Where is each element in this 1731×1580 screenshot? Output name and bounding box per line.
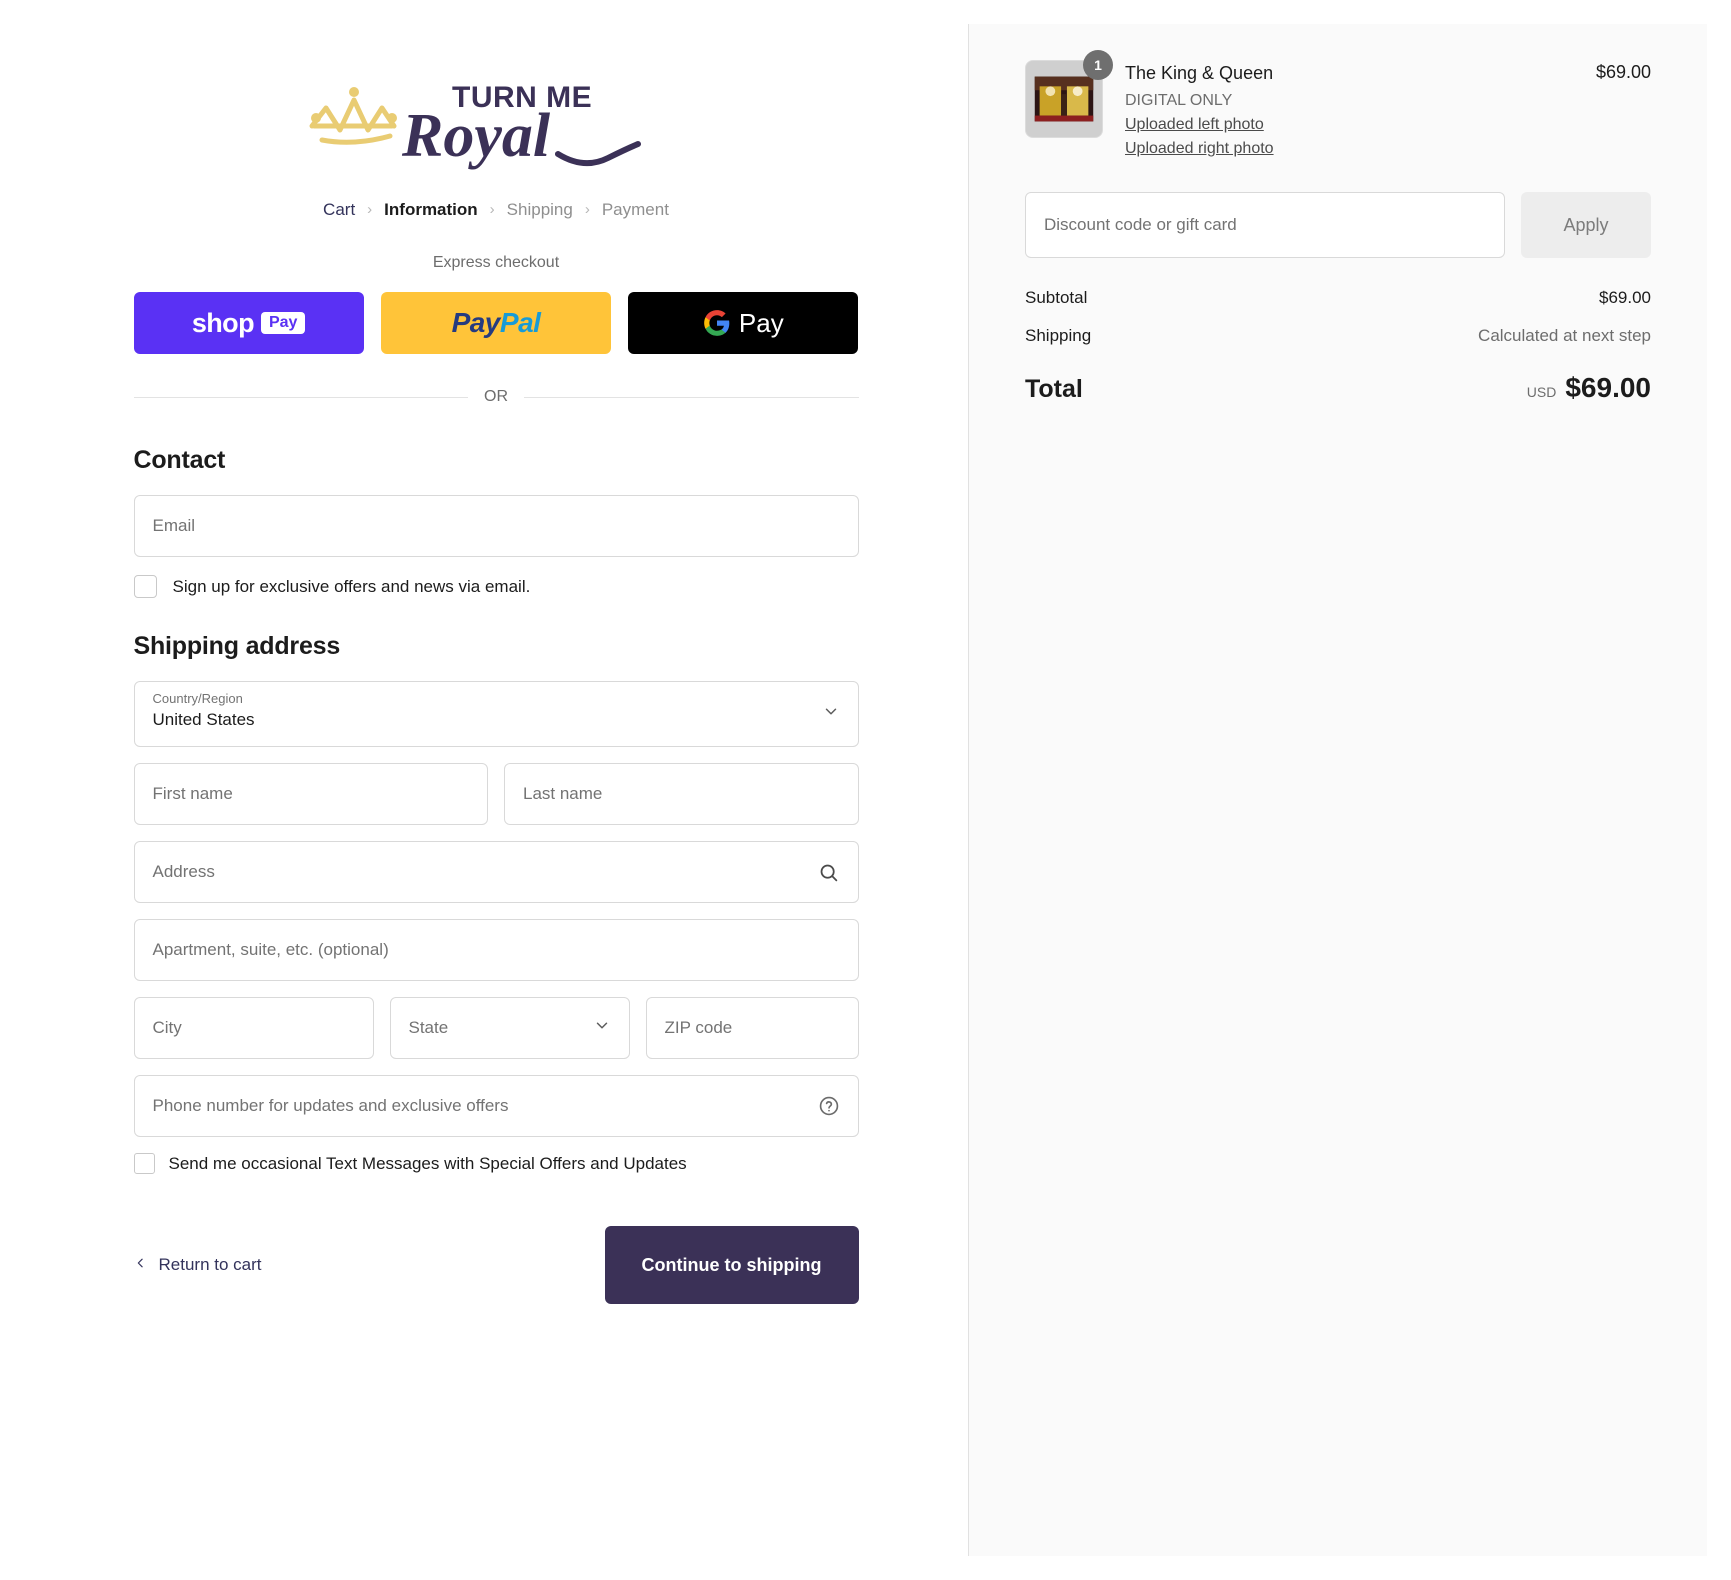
first-name-placeholder: First name: [152, 784, 233, 803]
subtotal-label: Subtotal: [1025, 288, 1088, 308]
city-placeholder: City: [152, 1018, 182, 1037]
state-select[interactable]: State: [389, 997, 630, 1059]
discount-code-input[interactable]: Discount code or gift card: [1025, 192, 1505, 259]
subtotal-row: Subtotal $69.00: [1025, 288, 1651, 308]
zip-code-placeholder: ZIP code: [664, 1018, 733, 1037]
or-divider: OR: [133, 388, 859, 406]
discount-code-placeholder: Discount code or gift card: [1044, 215, 1237, 235]
sms-checkbox-label: Send me occasional Text Messages with Sp…: [168, 1153, 687, 1173]
order-summary-column: 1 The King & Queen DIGITAL ONLY Uploaded…: [969, 24, 1707, 1556]
form-footer: Return to cart Continue to shipping: [134, 1226, 859, 1354]
email-placeholder: Email: [152, 516, 196, 535]
shipping-value: Calculated at next step: [1478, 326, 1651, 346]
zip-code-field[interactable]: ZIP code: [645, 997, 859, 1059]
apartment-placeholder: Apartment, suite, etc. (optional): [152, 940, 389, 959]
checkout-main-column: TURN ME Royal Cart › Information › Shipp…: [24, 24, 969, 1556]
quantity-badge: 1: [1083, 50, 1113, 80]
apartment-field[interactable]: Apartment, suite, etc. (optional): [133, 919, 859, 981]
shipping-label: Shipping: [1025, 326, 1092, 346]
discount-row: Discount code or gift card Apply: [1025, 192, 1651, 259]
help-circle-icon[interactable]: [818, 1095, 840, 1117]
last-name-placeholder: Last name: [523, 784, 603, 803]
divider-line-left: [133, 396, 468, 398]
total-amount-group: USD $69.00: [1527, 372, 1651, 404]
shipping-row: Shipping Calculated at next step: [1025, 326, 1651, 346]
breadcrumb-item-information: Information: [384, 200, 478, 219]
state-placeholder: State: [408, 1018, 449, 1037]
breadcrumb-separator-icon: ›: [584, 200, 590, 218]
country-region-value: United States: [152, 709, 255, 729]
paypal-button[interactable]: Pay Pal: [380, 292, 612, 354]
breadcrumb: Cart › Information › Shipping › Payment: [134, 182, 859, 254]
total-row: Total USD $69.00: [1025, 372, 1651, 404]
google-pay-label: Pay: [738, 307, 784, 338]
line-item-title: The King & Queen: [1125, 63, 1274, 83]
continue-to-shipping-button[interactable]: Continue to shipping: [604, 1226, 859, 1304]
shop-pay-button[interactable]: shop Pay: [133, 292, 364, 354]
breadcrumb-item-shipping: Shipping: [506, 200, 573, 219]
google-g-icon: [704, 310, 730, 336]
sms-checkbox-row[interactable]: Send me occasional Text Messages with Sp…: [133, 1153, 859, 1174]
line-item-price: $69.00: [1595, 62, 1651, 82]
or-text: OR: [484, 388, 508, 405]
first-name-field[interactable]: First name: [133, 763, 488, 825]
order-line-item: 1 The King & Queen DIGITAL ONLY Uploaded…: [1025, 50, 1651, 162]
total-currency: USD: [1526, 384, 1557, 401]
total-value: $69.00: [1565, 372, 1651, 404]
uploaded-left-photo-link[interactable]: Uploaded left photo: [1125, 113, 1574, 138]
checkout-page: TURN ME Royal Cart › Information › Shipp…: [0, 0, 1731, 1580]
newsletter-checkbox-label: Sign up for exclusive offers and news vi…: [172, 576, 531, 596]
country-region-label: Country/Region: [152, 691, 243, 706]
phone-placeholder: Phone number for updates and exclusive o…: [152, 1096, 509, 1115]
apply-discount-button[interactable]: Apply: [1521, 192, 1651, 259]
google-pay-button[interactable]: Pay: [628, 292, 859, 354]
address-field[interactable]: Address: [133, 841, 859, 903]
phone-field[interactable]: Phone number for updates and exclusive o…: [133, 1075, 859, 1137]
name-row: First name Last name: [133, 763, 859, 841]
breadcrumb-item-cart[interactable]: Cart: [323, 200, 355, 220]
crown-icon: [309, 97, 397, 145]
newsletter-checkbox[interactable]: [133, 575, 157, 598]
line-item-info: The King & Queen DIGITAL ONLY Uploaded l…: [1125, 60, 1574, 162]
breadcrumb-item-payment: Payment: [601, 200, 669, 219]
brand-logo[interactable]: TURN ME Royal: [134, 34, 859, 182]
express-checkout-label: Express checkout: [432, 254, 560, 271]
chevron-down-icon: [593, 1017, 611, 1040]
line-item-variant: DIGITAL ONLY: [1125, 92, 1233, 110]
express-checkout-buttons: shop Pay Pay Pal Pay: [133, 292, 859, 354]
address-placeholder: Address: [152, 862, 215, 881]
breadcrumb-separator-icon: ›: [489, 200, 495, 218]
contact-heading: Contact: [133, 446, 226, 474]
country-region-select[interactable]: Country/Region United States: [133, 681, 859, 747]
svg-text:Royal: Royal: [401, 102, 551, 170]
chevron-left-icon: [134, 1254, 147, 1277]
divider-line-right: [524, 396, 859, 398]
shipping-address-heading: Shipping address: [133, 632, 341, 660]
email-field[interactable]: Email: [133, 495, 859, 557]
total-label: Total: [1025, 375, 1083, 404]
product-thumbnail-wrapper: 1: [1025, 50, 1113, 138]
sms-checkbox[interactable]: [133, 1153, 155, 1174]
breadcrumb-separator-icon: ›: [367, 200, 373, 218]
last-name-field[interactable]: Last name: [504, 763, 859, 825]
return-to-cart-label: Return to cart: [158, 1255, 262, 1274]
paypal-wordmark-first: Pay: [451, 307, 501, 338]
newsletter-checkbox-row[interactable]: Sign up for exclusive offers and news vi…: [133, 575, 859, 598]
shop-pay-wordmark: shop: [191, 307, 255, 338]
subtotal-value: $69.00: [1599, 288, 1651, 308]
paypal-wordmark-second: Pal: [499, 307, 541, 338]
uploaded-right-photo-link[interactable]: Uploaded right photo: [1125, 137, 1574, 162]
return-to-cart-link[interactable]: Return to cart: [134, 1254, 262, 1277]
city-state-zip-row: City State ZIP code: [133, 997, 859, 1075]
shop-pay-pill: Pay: [260, 312, 306, 334]
search-icon[interactable]: [818, 861, 840, 883]
city-field[interactable]: City: [133, 997, 374, 1059]
chevron-down-icon: [822, 703, 840, 726]
